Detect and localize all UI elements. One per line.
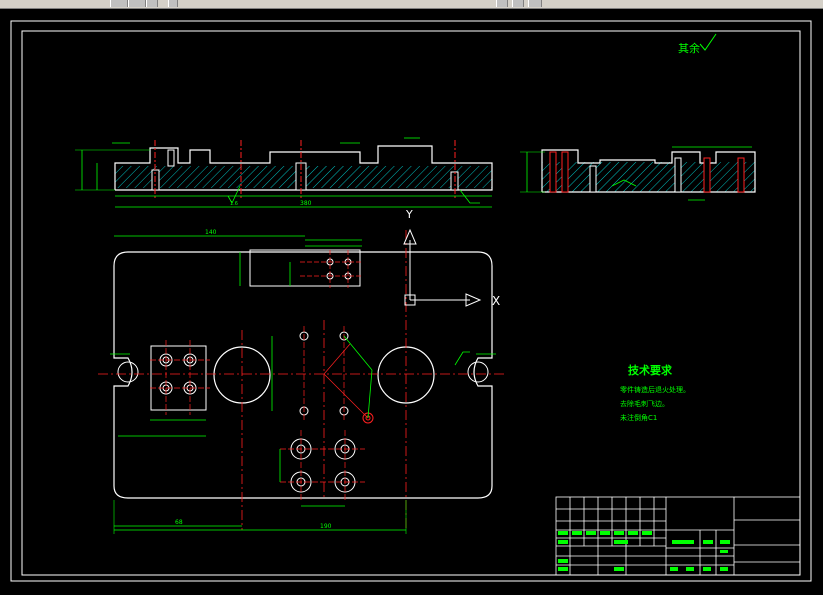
dropdown-icon[interactable] xyxy=(528,0,542,7)
surface-finish-text: 其余 xyxy=(678,41,700,55)
ucs-axis-icon: X Y xyxy=(403,208,500,308)
tech-req-line-2: 去除毛刺飞边。 xyxy=(620,399,669,408)
tech-req-line-1: 零件铸造后退火处理。 xyxy=(620,385,690,394)
tech-req-title: 技术要求 xyxy=(628,363,673,377)
layer-icon[interactable] xyxy=(110,0,128,7)
leader-line xyxy=(459,189,480,204)
side-section-view xyxy=(520,146,756,201)
roughness-symbol-icon xyxy=(699,33,717,51)
close-icon[interactable] xyxy=(496,0,508,7)
title-block xyxy=(555,496,801,576)
properties-icon[interactable] xyxy=(128,0,146,7)
front-section-view: 380 1.6 xyxy=(75,137,493,208)
axis-label-x: X xyxy=(492,294,500,308)
tech-req-line-3: 未注倒角C1 xyxy=(620,413,657,422)
plate-outline xyxy=(113,251,493,499)
surface-finish-note: 其余 xyxy=(678,33,717,55)
toolbar xyxy=(0,0,823,9)
dim-overall-length: 380 xyxy=(300,200,312,207)
dim-left-offset: 68 xyxy=(175,519,183,526)
dim-hole-span: 190 xyxy=(320,523,332,530)
technical-requirements: 技术要求 零件铸造后退火处理。 去除毛刺飞边。 未注倒角C1 xyxy=(620,363,690,422)
dim-plate-width: 140 xyxy=(205,229,217,236)
axis-label-y: Y xyxy=(405,208,413,221)
dropdown-icon[interactable] xyxy=(146,0,158,7)
plan-view: 140 68 190 xyxy=(98,229,505,534)
cad-drawing-canvas[interactable]: 其余 380 1.6 140 68 190 X Y 技术要求 零件铸造后退火处理… xyxy=(0,9,823,595)
dim-roughness-b: 1.6 xyxy=(230,201,238,207)
dropdown-icon[interactable] xyxy=(512,0,524,7)
drawing-border-inner xyxy=(21,30,801,576)
scroll-icon[interactable] xyxy=(168,0,178,7)
